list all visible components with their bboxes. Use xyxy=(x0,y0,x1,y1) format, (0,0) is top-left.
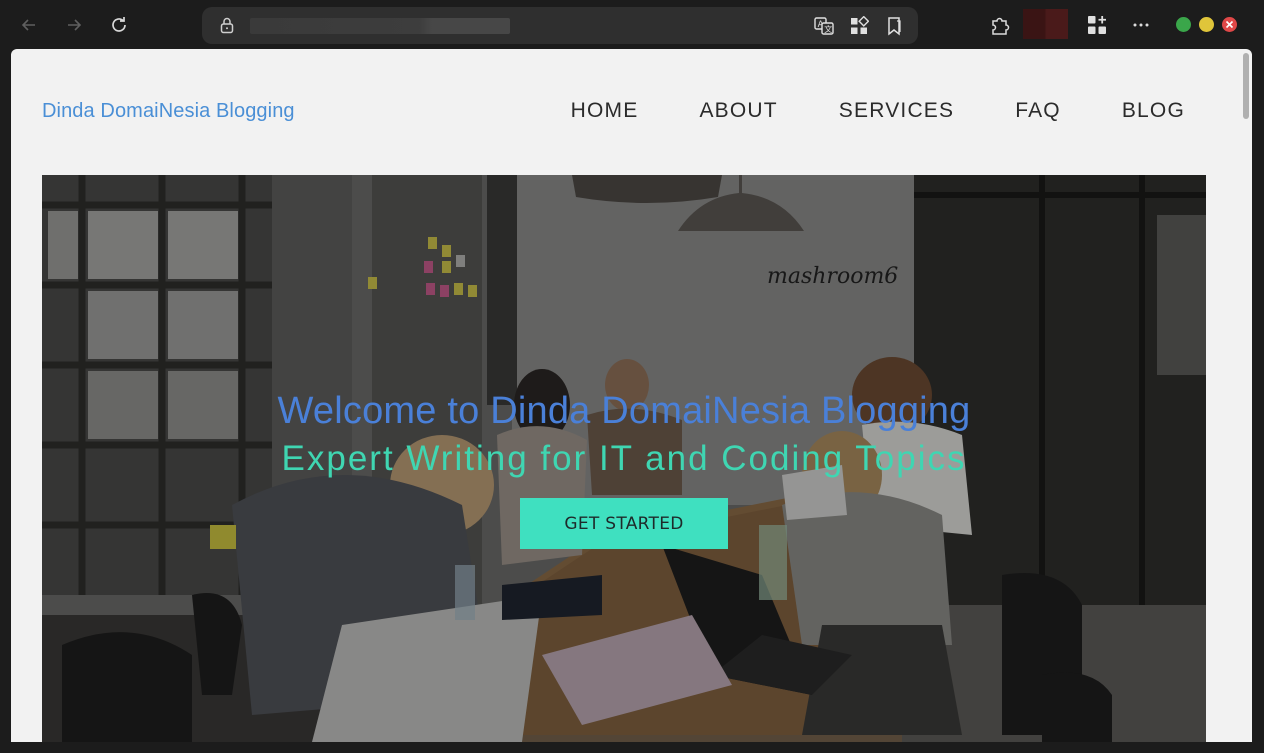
refresh-icon xyxy=(112,17,126,32)
refresh-button[interactable] xyxy=(104,10,134,40)
hero-title: Welcome to Dinda DomaiNesia Blogging xyxy=(277,390,971,432)
puzzle-icon[interactable] xyxy=(987,12,1013,38)
more-horizontal-icon[interactable] xyxy=(1128,12,1154,38)
hero-subtitle: Expert Writing for IT and Coding Topics xyxy=(281,439,967,478)
svg-text:文: 文 xyxy=(824,24,832,34)
browser-toolbar: A文 xyxy=(0,0,1264,50)
close-button[interactable] xyxy=(1222,17,1237,32)
page-viewport: Dinda DomaiNesia Blogging HOME ABOUT SER… xyxy=(11,49,1252,742)
hero-section: mashroom6 Welcome to Dinda DomaiNesia Bl… xyxy=(42,175,1206,742)
nav-blog[interactable]: BLOG xyxy=(1122,99,1185,123)
nav-home[interactable]: HOME xyxy=(571,99,639,123)
arrow-right-icon xyxy=(68,19,82,31)
bookmark-icon[interactable] xyxy=(883,15,905,37)
forward-button[interactable] xyxy=(59,10,89,40)
close-icon xyxy=(1225,20,1234,29)
lock-icon[interactable] xyxy=(219,16,235,39)
translate-icon[interactable]: A文 xyxy=(813,15,835,37)
url-text[interactable] xyxy=(250,18,510,34)
main-navigation: HOME ABOUT SERVICES FAQ BLOG xyxy=(510,99,1185,123)
vertical-scrollbar[interactable] xyxy=(1243,53,1249,119)
get-started-button[interactable]: GET STARTED xyxy=(520,498,728,549)
nav-services[interactable]: SERVICES xyxy=(839,99,954,123)
minimize-button[interactable] xyxy=(1176,17,1191,32)
address-bar[interactable]: A文 xyxy=(202,7,918,44)
maximize-button[interactable] xyxy=(1199,17,1214,32)
nav-about[interactable]: ABOUT xyxy=(699,99,777,123)
back-button[interactable] xyxy=(14,10,44,40)
apps-grid-icon[interactable] xyxy=(848,15,870,37)
site-brand-link[interactable]: Dinda DomaiNesia Blogging xyxy=(42,100,295,123)
profile-avatar[interactable] xyxy=(1023,9,1068,39)
add-grid-icon[interactable] xyxy=(1084,12,1110,38)
arrow-left-icon xyxy=(21,19,35,31)
nav-faq[interactable]: FAQ xyxy=(1015,99,1061,123)
